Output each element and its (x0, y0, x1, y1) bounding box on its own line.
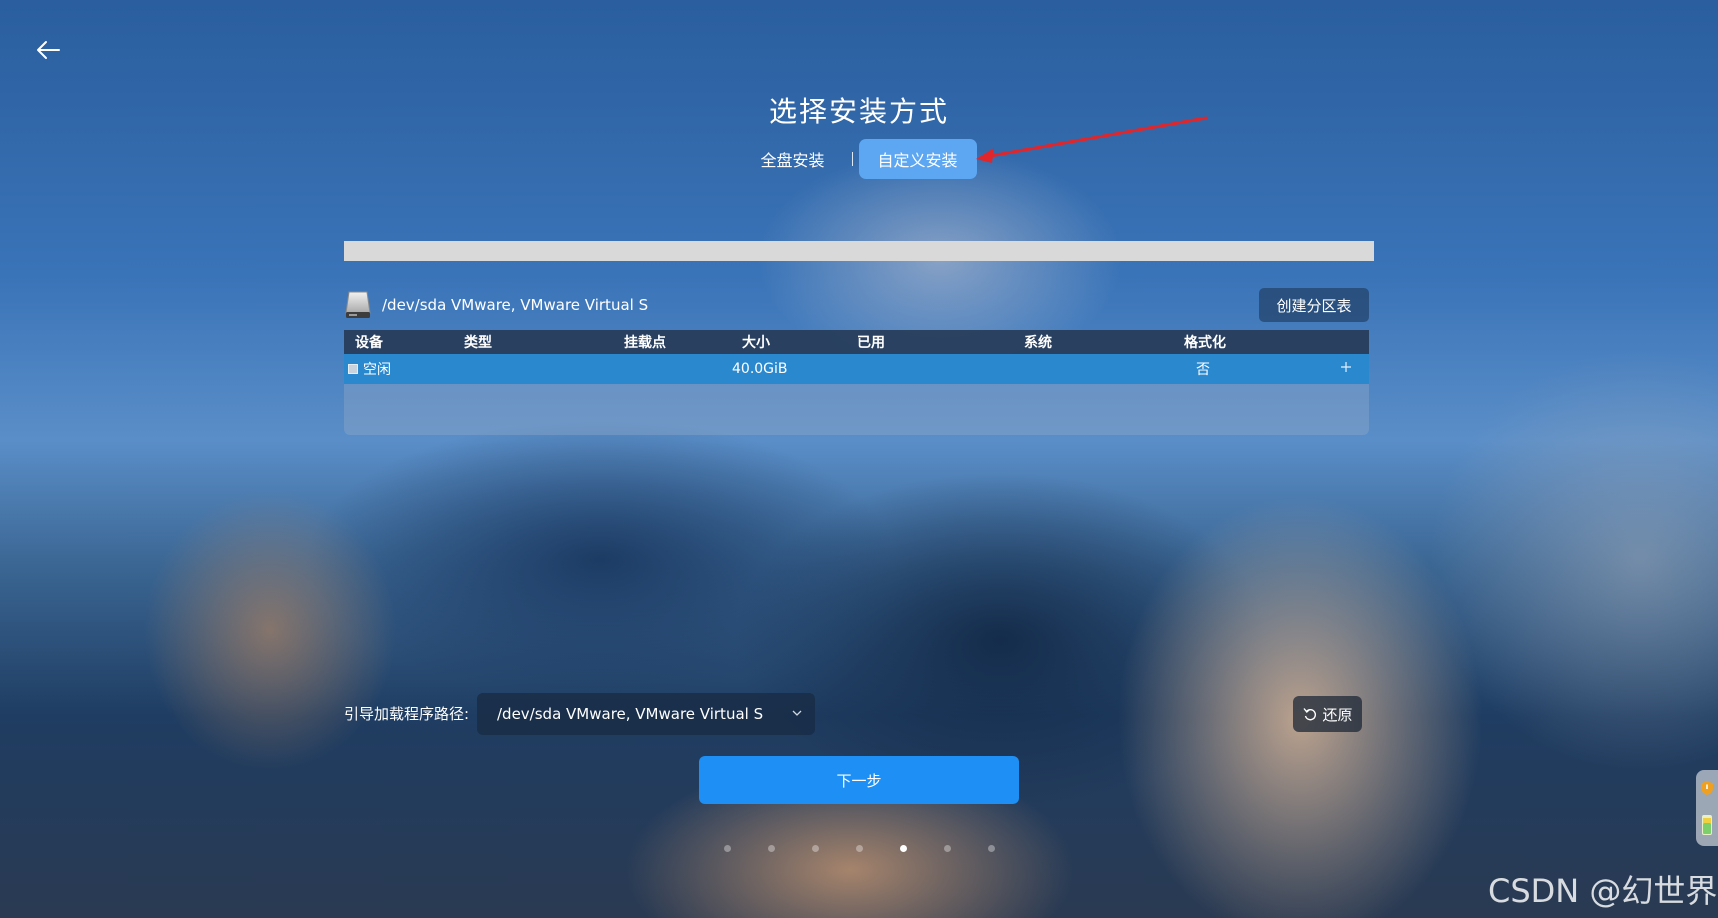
plus-icon (1341, 362, 1351, 372)
hard-drive-icon (345, 291, 371, 318)
cell-format: 否 (1196, 362, 1210, 378)
bootloader-selected-value: /dev/sda VMware, VMware Virtual S (497, 705, 764, 723)
battery-icon (1702, 815, 1712, 835)
page-title: 选择安装方式 (768, 95, 949, 128)
table-row[interactable]: 空闲 40.0GiB 否 (344, 354, 1369, 384)
mode-divider (851, 152, 853, 166)
watermark: CSDN @幻世界 (1488, 872, 1718, 910)
next-button[interactable]: 下一步 (699, 756, 1019, 804)
arrow-left-icon (37, 41, 60, 59)
partition-table: 设备 类型 挂载点 大小 已用 系统 格式化 空闲 40.0GiB 否 (344, 330, 1369, 435)
disk-header: /dev/sda VMware, VMware Virtual S (344, 289, 648, 321)
side-tray[interactable] (1696, 770, 1718, 846)
table-header: 设备 类型 挂载点 大小 已用 系统 格式化 (344, 330, 1369, 354)
create-partition-table-button[interactable]: 创建分区表 (1259, 288, 1369, 322)
column-header-format: 格式化 (1184, 335, 1226, 351)
bootloader-select[interactable]: /dev/sda VMware, VMware Virtual S (477, 693, 815, 735)
install-mode-switch: 全盘安装 自定义安装 (0, 139, 1718, 179)
column-header-size: 大小 (742, 335, 770, 351)
partition-color-swatch (348, 364, 358, 374)
restore-label: 还原 (1322, 705, 1353, 724)
disk-label: /dev/sda VMware, VMware Virtual S (382, 296, 649, 314)
tab-custom-install[interactable]: 自定义安装 (858, 139, 977, 179)
step-dot (811, 845, 819, 852)
column-header-type: 类型 (464, 335, 492, 351)
tab-full-disk-install[interactable]: 全盘安装 (741, 139, 843, 179)
shield-icon (1701, 781, 1713, 795)
column-header-system: 系统 (1024, 335, 1052, 351)
column-header-mount-point: 挂载点 (624, 335, 666, 351)
step-dot (767, 845, 775, 852)
column-header-used: 已用 (857, 335, 885, 351)
restore-button[interactable]: 还原 (1293, 696, 1362, 732)
step-dot-current (899, 845, 907, 852)
step-dot (987, 845, 995, 852)
disk-usage-bar (344, 241, 1374, 261)
cell-size: 40.0GiB (732, 361, 788, 377)
step-dot (723, 845, 731, 852)
column-header-device: 设备 (355, 335, 383, 351)
step-dot (943, 845, 951, 852)
cell-device: 空闲 (363, 362, 391, 378)
undo-icon (1303, 708, 1317, 721)
chevron-down-icon (792, 710, 802, 716)
add-partition-button[interactable] (1340, 361, 1352, 377)
step-indicator (0, 845, 1718, 852)
step-dot (855, 845, 863, 852)
back-button[interactable] (30, 32, 66, 68)
bootloader-label: 引导加载程序路径: (344, 705, 470, 723)
